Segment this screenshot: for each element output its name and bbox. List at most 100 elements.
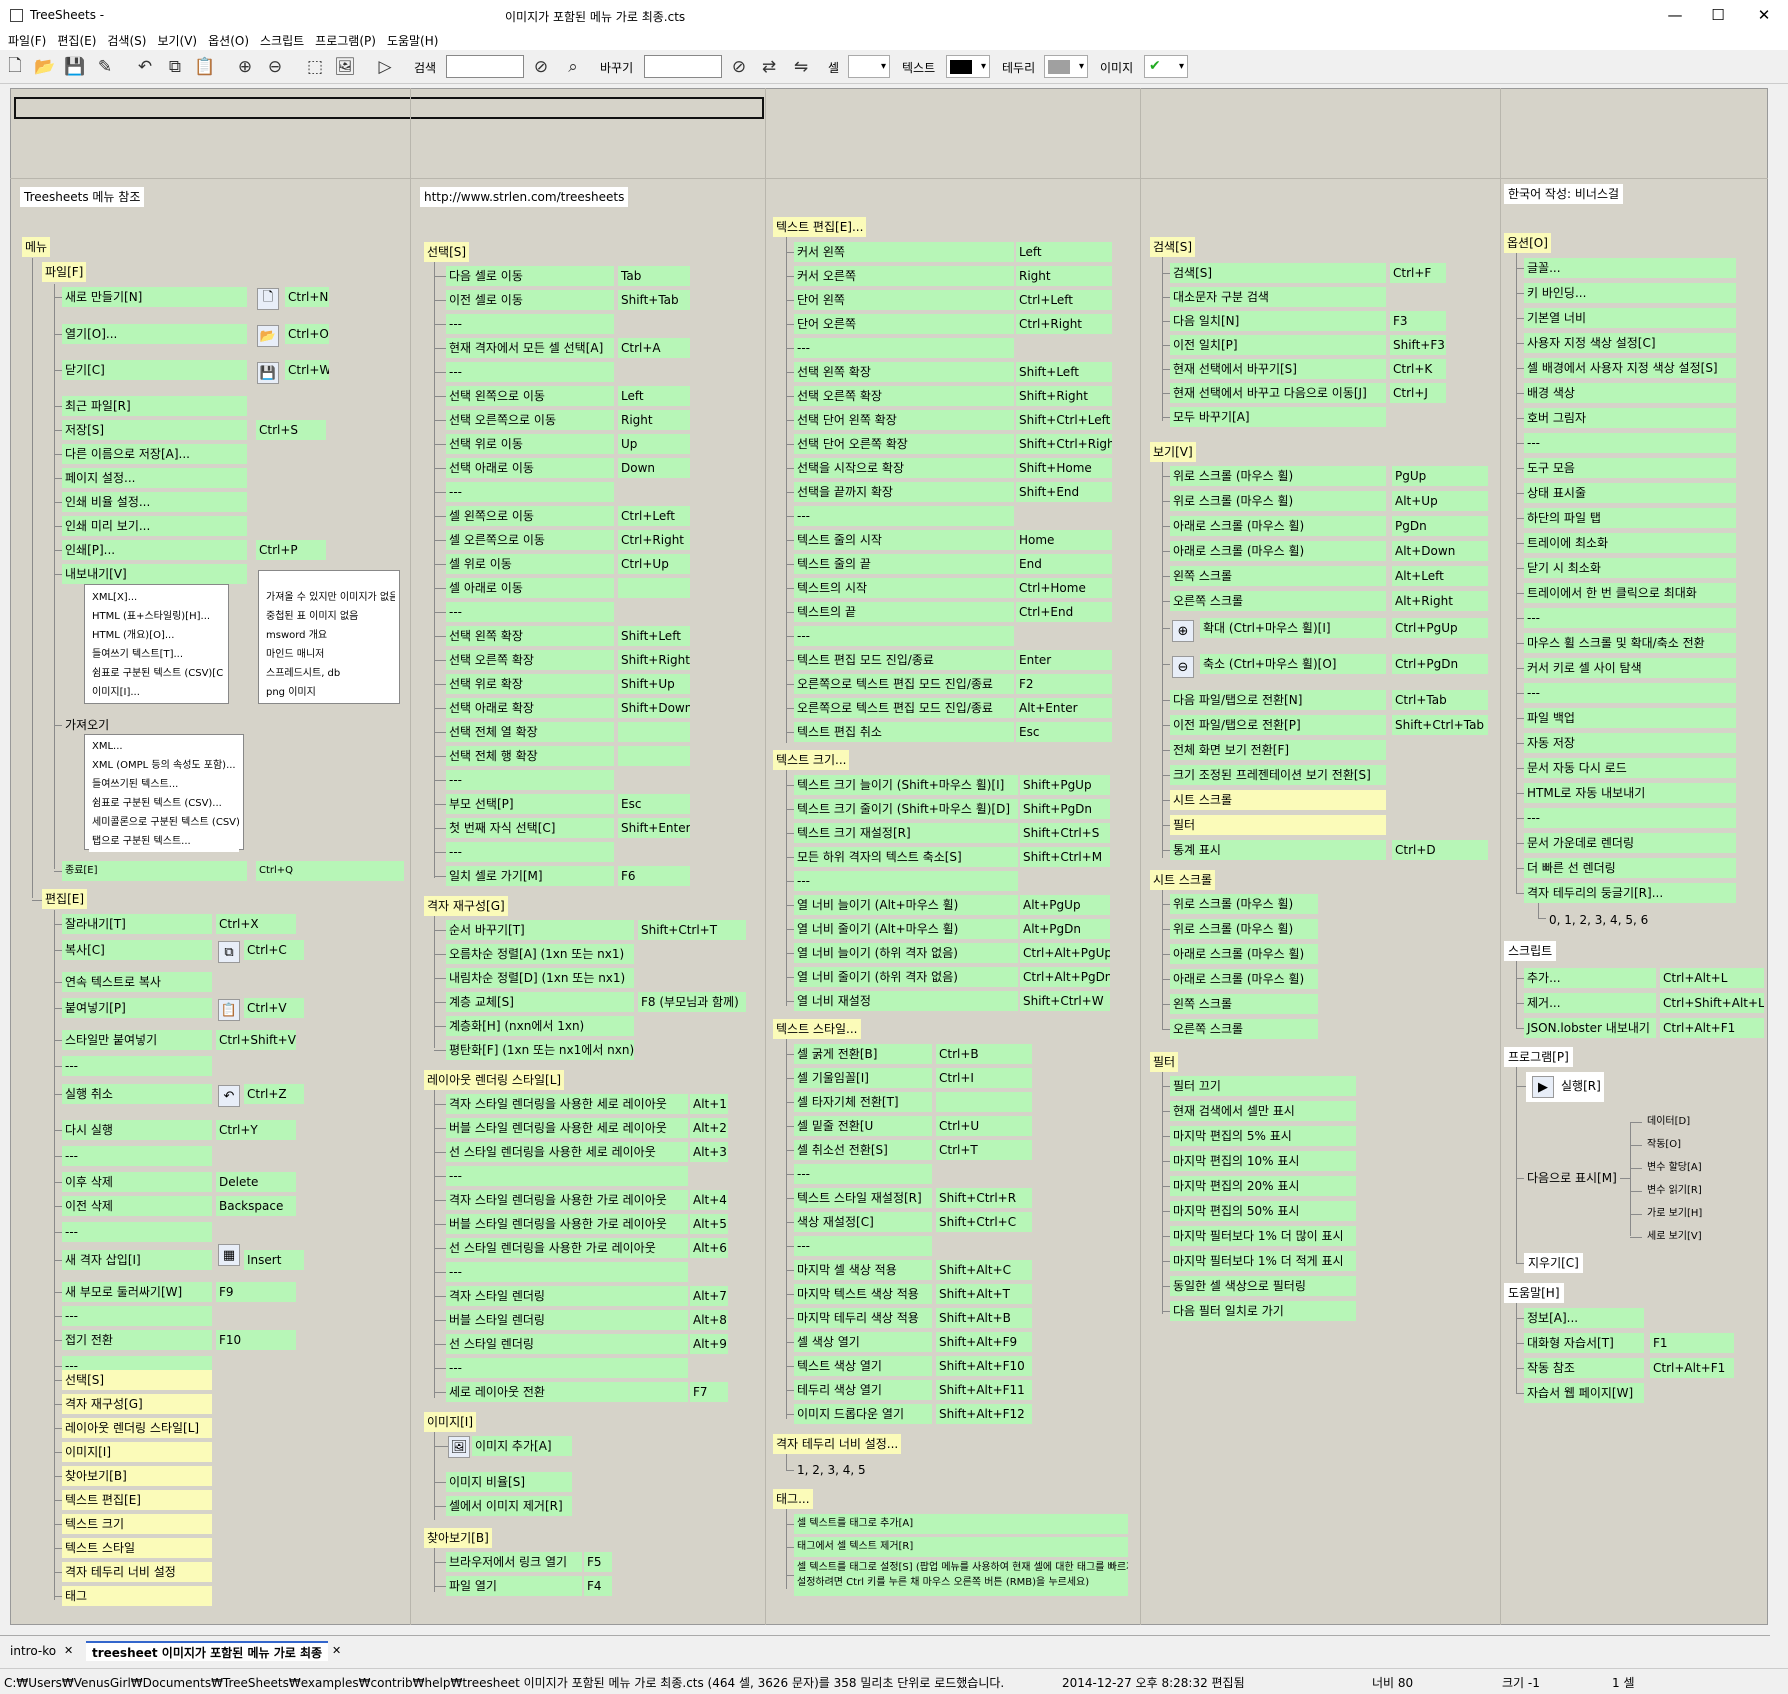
root-title-cell[interactable] [14, 97, 764, 119]
options-menu-label[interactable]: 옵션[O] [1504, 233, 1551, 253]
text-edit-menu-item[interactable]: 선택을 끝까지 확장 [794, 482, 1014, 502]
select-menu-shortcut[interactable]: Shift+Right [618, 650, 690, 670]
filter-menu-item[interactable]: 마지막 편집의 50% 표시 [1170, 1201, 1356, 1221]
options-menu-item[interactable]: 하단의 파일 탭 [1524, 508, 1736, 528]
file-menu-shortcut[interactable]: Ctrl+N [285, 287, 329, 307]
text-size-menu-item[interactable]: 열 너비 늘이기 (Alt+마우스 휠) [794, 895, 1018, 915]
text-edit-menu-item[interactable]: 오른쪽으로 텍스트 편집 모드 진입/종료 [794, 674, 1014, 694]
text-size-menu-item[interactable]: 열 너비 줄이기 (Alt+마우스 휠) [794, 919, 1018, 939]
import-item[interactable]: XML (OMPL 등의 속성도 포함)... [89, 756, 239, 776]
view-menu-shortcut[interactable]: Ctrl+D [1392, 840, 1488, 860]
text-edit-menu-shortcut[interactable]: Shift+Left [1016, 362, 1112, 382]
search-menu-item[interactable]: 이전 일치[P] [1170, 335, 1386, 355]
edit-submenu-item[interactable]: 텍스트 편집[E] [62, 1490, 212, 1510]
select-menu-item[interactable]: 이전 셀로 이동 [446, 290, 614, 310]
text-edit-menu-shortcut[interactable]: Ctrl+End [1016, 602, 1112, 622]
text-size-menu-shortcut[interactable]: Alt+PgUp [1020, 895, 1110, 915]
options-menu-item[interactable]: --- [1524, 808, 1736, 828]
text-style-menu-item[interactable]: 마지막 텍스트 색상 적용 [794, 1284, 932, 1304]
select-menu-shortcut[interactable] [618, 722, 690, 742]
select-menu-shortcut[interactable]: Ctrl+A [618, 338, 690, 358]
select-menu-shortcut[interactable]: Ctrl+Up [618, 554, 690, 574]
grid-menu-shortcut[interactable]: F8 (부모님과 함께) [638, 992, 746, 1012]
roundness-values[interactable]: 0, 1, 2, 3, 4, 5, 6 [1546, 910, 1676, 930]
save-icon[interactable]: 💾 [257, 362, 279, 384]
search-menu-label[interactable]: 검색[S] [1150, 237, 1196, 257]
filter-menu-item[interactable]: 다음 필터 일치로 가기 [1170, 1301, 1356, 1321]
text-edit-menu-item[interactable]: 텍스트 편집 모드 진입/종료 [794, 650, 1014, 670]
options-menu-item[interactable]: --- [1524, 683, 1736, 703]
edit-menu-label[interactable]: 편집[E] [42, 889, 88, 909]
save-as-icon[interactable]: ✎ [94, 56, 116, 78]
edit-menu-item[interactable]: 스타일만 붙여넣기 [62, 1030, 212, 1050]
select-menu-item[interactable]: 선택 오른쪽으로 이동 [446, 410, 614, 430]
file-menu-item[interactable]: 내보내기[V] [62, 564, 247, 584]
file-menu-item[interactable]: 새로 만들기[N] [62, 287, 247, 307]
tag-menu-item[interactable]: 태그에서 셀 텍스트 제거[R] [794, 1537, 1128, 1557]
filter-menu-label[interactable]: 필터 [1150, 1052, 1179, 1072]
menu-file[interactable]: 파일(F) [8, 32, 46, 49]
text-size-menu-item[interactable]: 모든 하위 격자의 텍스트 축소[S] [794, 847, 1018, 867]
layout-menu-item[interactable]: 버블 스타일 렌더링 [446, 1310, 688, 1330]
sheet-scroll-menu-item[interactable]: 아래로 스크롤 (마우스 휠) [1170, 969, 1318, 989]
run-label[interactable]: 실행[R] [1558, 1076, 1602, 1096]
edit-menu-item[interactable]: --- [62, 1306, 212, 1326]
tab-active-document[interactable]: treesheet 이미지가 포함된 메뉴 가로 최종 [86, 1641, 329, 1661]
edit-submenu-item[interactable]: 이미지[I] [62, 1442, 212, 1462]
view-menu-shortcut[interactable]: Alt+Left [1392, 566, 1488, 586]
help-menu-item[interactable]: 작동 참조 [1524, 1358, 1644, 1378]
select-menu-shortcut[interactable] [618, 578, 690, 598]
options-menu-item[interactable]: 키 바인딩... [1524, 283, 1736, 303]
text-style-menu-item[interactable]: 이미지 드롭다운 열기 [794, 1404, 932, 1424]
edit-submenu-item[interactable]: 레이아웃 렌더링 스타일[L] [62, 1418, 212, 1438]
layout-menu-item[interactable]: --- [446, 1166, 688, 1186]
show-as-option[interactable]: 데이터[D] [1644, 1112, 1734, 1132]
select-menu-shortcut[interactable]: Up [618, 434, 690, 454]
text-style-menu-shortcut[interactable]: Shift+Alt+T [936, 1284, 1032, 1304]
tab-close-icon[interactable]: ✕ [326, 1641, 347, 1661]
clear-menu-item[interactable]: 지우기[C] [1524, 1253, 1583, 1273]
options-menu-item[interactable]: 파일 백업 [1524, 708, 1736, 728]
text-style-menu-item[interactable]: 셀 타자기체 전환[T] [794, 1092, 932, 1112]
text-edit-menu-item[interactable]: 텍스트의 끝 [794, 602, 1014, 622]
sheet-scroll-menu-item[interactable]: 위로 스크롤 (마우스 휠) [1170, 894, 1318, 914]
run-icon[interactable]: ▷ [374, 56, 396, 78]
copy-icon[interactable]: ⧉ [164, 56, 186, 78]
sheet-scroll-menu-item[interactable]: 위로 스크롤 (마우스 휠) [1170, 919, 1318, 939]
options-menu-item[interactable]: 기본열 너비 [1524, 308, 1736, 328]
script-menu-shortcut[interactable]: Ctrl+Alt+L [1660, 968, 1764, 988]
edit-menu-shortcut[interactable]: Ctrl+V [244, 998, 304, 1018]
view-menu-item[interactable]: 아래로 스크롤 (마우스 휠) [1170, 541, 1386, 561]
text-style-menu-shortcut[interactable]: Shift+Ctrl+C [936, 1212, 1032, 1232]
search-menu-shortcut[interactable]: Ctrl+K [1390, 359, 1446, 379]
edit-menu-item[interactable]: 실행 취소 [62, 1084, 212, 1104]
edit-menu-shortcut[interactable]: Delete [216, 1172, 296, 1192]
browse-menu-shortcut[interactable]: F5 [584, 1552, 612, 1572]
edit-menu-item[interactable]: --- [62, 1222, 212, 1242]
clear-search-icon[interactable]: ⊘ [530, 56, 552, 78]
edit-menu-shortcut[interactable]: Ctrl+Shift+V [216, 1030, 296, 1050]
text-edit-menu-shortcut[interactable]: Ctrl+Home [1016, 578, 1112, 598]
edit-submenu-item[interactable]: 태그 [62, 1586, 212, 1606]
script-menu-shortcut[interactable]: Ctrl+Alt+F1 [1660, 1018, 1764, 1038]
edit-menu-item[interactable]: 다시 실행 [62, 1120, 212, 1140]
options-menu-item[interactable]: HTML로 자동 내보내기 [1524, 783, 1736, 803]
select-menu-shortcut[interactable]: Tab [618, 266, 690, 286]
edit-menu-shortcut[interactable]: Ctrl+X [216, 914, 296, 934]
file-menu-item[interactable]: 닫기[C] [62, 360, 247, 380]
text-edit-menu-item[interactable]: --- [794, 338, 1014, 358]
open-folder-icon[interactable]: 📂 [34, 56, 56, 78]
image-menu-item[interactable]: 셀에서 이미지 제거[R] [446, 1496, 572, 1516]
image-menu-label[interactable]: 이미지[I] [424, 1412, 477, 1432]
text-size-menu-item[interactable]: 텍스트 크기 줄이기 (Shift+마우스 휠)[D] [794, 799, 1018, 819]
text-edit-menu-item[interactable]: 커서 왼쪽 [794, 242, 1014, 262]
grid-menu-item[interactable]: 계층화[H] (nxn에서 1xn) [446, 1016, 634, 1036]
select-menu-item[interactable]: 현재 격자에서 모든 셀 선택[A] [446, 338, 614, 358]
layout-menu-item[interactable]: --- [446, 1358, 688, 1378]
grid-menu-item[interactable]: 오름차순 정렬[A] (1xn 또는 nx1) [446, 944, 634, 964]
grid-menu-item[interactable]: 내림차순 정렬[D] (1xn 또는 nx1) [446, 968, 634, 988]
text-edit-menu-shortcut[interactable]: F2 [1016, 674, 1112, 694]
new-file-icon[interactable]: 🗋 [257, 288, 279, 310]
select-menu-item[interactable]: --- [446, 314, 614, 334]
show-as-option[interactable]: 작동[O] [1644, 1135, 1734, 1155]
